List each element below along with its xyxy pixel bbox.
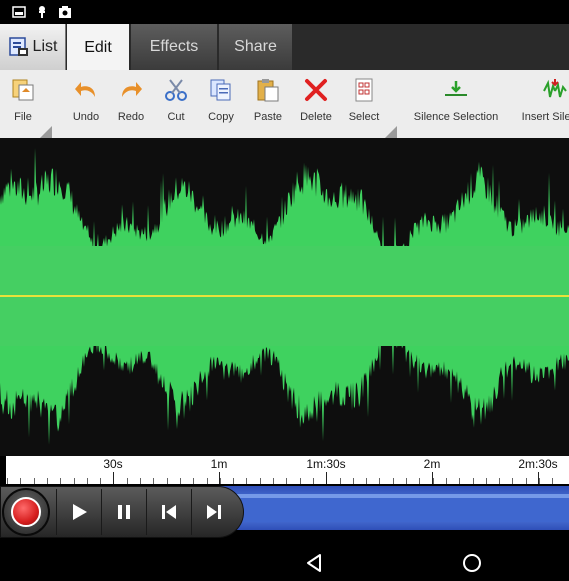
playback-progress-bar[interactable] [200,486,569,530]
app-window: List Edit Effects Share File Undo Redo C… [0,0,569,581]
select-label: Select [348,111,380,123]
insert-silence-label: Insert Silence [521,111,569,123]
system-nav-bar [0,541,569,581]
redo-icon [118,77,144,103]
pause-button[interactable] [101,489,145,535]
waveform-body [0,246,569,296]
paste-icon [255,77,281,103]
timeline-tick-label: 2m:30s [518,457,558,471]
timeline-tick-label: 1m [210,457,228,471]
undo-icon [73,77,99,103]
timeline-tick-label: 30s [103,457,123,471]
back-icon[interactable] [302,551,326,575]
delete-icon [303,77,329,103]
undo-button[interactable]: Undo [70,70,102,138]
skip-to-start-button[interactable] [146,489,190,535]
edit-toolbar: File Undo Redo Cut Copy Paste Delete Sel… [0,70,569,138]
timeline-major-tick [538,472,539,484]
tab-list[interactable]: List [0,24,66,70]
timeline-major-tick [432,472,433,484]
record-button[interactable] [2,488,50,536]
waveform-view[interactable] [0,138,569,456]
home-icon[interactable] [460,551,484,575]
file-button[interactable]: File [8,70,38,138]
insert-silence-icon [542,77,568,103]
waveform-bottom-channel [0,296,569,445]
tab-edit[interactable]: Edit [67,24,129,71]
silence-selection-icon [443,77,469,103]
paste-button[interactable]: Paste [250,70,286,138]
timeline-major-tick [219,472,220,484]
waveform-top-channel [0,147,569,296]
timeline-tick-label: 1m:30s [306,457,346,471]
select-button[interactable]: Select [346,70,382,138]
waveform-body [0,296,569,346]
file-icon [10,77,36,103]
silence-selection-label: Silence Selection [413,111,499,123]
insert-silence-button[interactable]: Insert Silence [512,70,569,138]
timeline-major-tick [113,472,114,484]
progress-wave [200,493,569,523]
tab-share[interactable]: Share [219,24,292,70]
pin-icon [35,5,49,19]
select-menu-indicator [385,126,397,138]
play-icon [69,502,89,522]
file-menu-indicator [40,126,52,138]
photo-icon [58,5,72,19]
skip-to-start-icon [159,502,179,522]
timeline-major-tick [326,472,327,484]
play-button[interactable] [56,489,100,535]
status-bar [0,0,569,24]
copy-label: Copy [208,111,234,123]
delete-button[interactable]: Delete [298,70,334,138]
paste-label: Paste [253,111,283,123]
timeline-tick-label: 2m [423,457,441,471]
copy-icon [208,77,234,103]
list-icon [8,36,30,58]
skip-to-end-icon [204,502,224,522]
waveform-center-line [0,295,569,297]
redo-button[interactable]: Redo [115,70,147,138]
scissors-icon [163,77,189,103]
redo-label: Redo [117,111,145,123]
cut-button[interactable]: Cut [160,70,192,138]
silence-selection-button[interactable]: Silence Selection [410,70,502,138]
tab-list-label: List [32,38,58,55]
tab-bar: List Edit Effects Share [0,24,569,71]
delete-label: Delete [300,111,332,123]
record-icon [11,497,41,527]
copy-button[interactable]: Copy [204,70,238,138]
tab-effects[interactable]: Effects [131,24,217,70]
cut-label: Cut [167,111,185,123]
timeline-ruler[interactable]: 30s 1m 1m:30s 2m 2m:30s [6,456,569,484]
undo-label: Undo [72,111,100,123]
file-label: File [14,111,32,123]
skip-to-end-button[interactable] [191,489,235,535]
image-icon [12,5,26,19]
pause-icon [114,502,134,522]
select-icon [351,77,377,103]
waveform-display[interactable] [0,138,569,456]
